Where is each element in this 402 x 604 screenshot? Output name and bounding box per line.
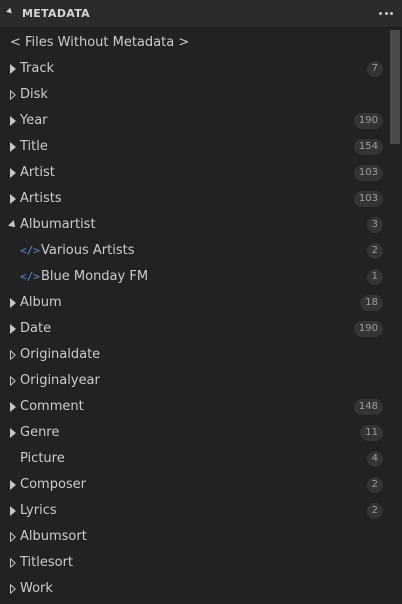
tree-item-label: Titlesort — [20, 555, 74, 570]
collapse-caret-icon[interactable] — [6, 7, 14, 16]
metadata-tree: < Files Without Metadata > Track 7 Disk Yea… — [0, 30, 388, 602]
chevron-right-outline-icon[interactable] — [10, 584, 16, 594]
count-badge: 103 — [353, 191, 383, 207]
count-badge: 3 — [366, 217, 383, 233]
count-badge: 2 — [366, 503, 383, 519]
chevron-right-icon[interactable] — [10, 402, 16, 412]
chevron-right-outline-icon[interactable] — [10, 376, 16, 386]
tree-item-label: Work — [20, 581, 53, 596]
tree-item-label: Comment — [20, 399, 84, 414]
tree-item-label: Title — [20, 139, 48, 154]
tree-item-label: Originaldate — [20, 347, 101, 362]
tree-item-titlesort[interactable]: Titlesort — [0, 550, 388, 576]
tree-item-lyrics[interactable]: Lyrics 2 — [0, 498, 388, 524]
tree-item-label: Composer — [20, 477, 87, 492]
tree-item-originalyear[interactable]: Originalyear — [0, 368, 388, 394]
count-badge: 18 — [360, 295, 383, 311]
tree-item-label: Date — [20, 321, 52, 336]
tree-item-label: Albumartist — [20, 217, 96, 232]
tree-item-label: Track — [20, 61, 55, 76]
tree-item-label: Artist — [20, 165, 55, 180]
ellipsis-icon[interactable] — [376, 3, 396, 23]
tree-item-artist[interactable]: Artist 103 — [0, 160, 388, 186]
tree-item-genre[interactable]: Genre 11 — [0, 420, 388, 446]
count-badge: 1 — [366, 269, 383, 285]
count-badge: 154 — [353, 139, 383, 155]
tree-item-label: Various Artists — [41, 243, 135, 258]
tree-item-label: Albumsort — [20, 529, 87, 544]
tree-item-label: Lyrics — [20, 503, 57, 518]
tree-item-album[interactable]: Album 18 — [0, 290, 388, 316]
tree-item-date[interactable]: Date 190 — [0, 316, 388, 342]
tree-item-track[interactable]: Track 7 — [0, 56, 388, 82]
chevron-right-outline-icon[interactable] — [10, 532, 16, 542]
chevron-right-icon[interactable] — [10, 480, 16, 490]
files-without-metadata-label: < Files Without Metadata > — [10, 35, 190, 50]
tree-item-label: Genre — [20, 425, 60, 440]
files-without-metadata-item[interactable]: < Files Without Metadata > — [0, 30, 388, 56]
tree-item-label: Disk — [20, 87, 48, 102]
count-badge: 190 — [353, 321, 383, 337]
tree-item-blue-monday-fm[interactable]: </> Blue Monday FM 1 — [0, 264, 388, 290]
chevron-right-outline-icon[interactable] — [10, 90, 16, 100]
tree-item-originaldate[interactable]: Originaldate — [0, 342, 388, 368]
tree-item-albumartist[interactable]: Albumartist 3 — [0, 212, 388, 238]
code-tag-icon: </> — [20, 244, 40, 257]
tree-item-work[interactable]: Work — [0, 576, 388, 602]
chevron-right-icon[interactable] — [10, 64, 16, 74]
chevron-right-icon[interactable] — [10, 506, 16, 516]
count-badge: 148 — [353, 399, 383, 415]
count-badge: 103 — [353, 165, 383, 181]
chevron-right-outline-icon[interactable] — [10, 350, 16, 360]
chevron-right-icon[interactable] — [10, 142, 16, 152]
tree-item-various-artists[interactable]: </> Various Artists 2 — [0, 238, 388, 264]
tree-item-disk[interactable]: Disk — [0, 82, 388, 108]
scrollbar-thumb[interactable] — [390, 30, 400, 144]
code-tag-icon: </> — [20, 270, 40, 283]
tree-item-title[interactable]: Title 154 — [0, 134, 388, 160]
count-badge: 7 — [366, 61, 383, 77]
chevron-right-icon[interactable] — [10, 116, 16, 126]
count-badge: 2 — [366, 243, 383, 259]
tree-item-composer[interactable]: Composer 2 — [0, 472, 388, 498]
count-badge: 2 — [366, 477, 383, 493]
chevron-right-icon[interactable] — [10, 168, 16, 178]
count-badge: 4 — [366, 451, 383, 467]
chevron-right-icon[interactable] — [10, 298, 16, 308]
panel-header[interactable]: METADATA — [0, 0, 402, 28]
metadata-panel: METADATA < Files Without Metadata > Trac… — [0, 0, 402, 604]
count-badge: 11 — [360, 425, 383, 441]
tree-item-label: Year — [20, 113, 48, 128]
tree-item-year[interactable]: Year 190 — [0, 108, 388, 134]
chevron-right-icon[interactable] — [10, 428, 16, 438]
tree-item-label: Originalyear — [20, 373, 100, 388]
tree-item-artists[interactable]: Artists 103 — [0, 186, 388, 212]
chevron-right-icon[interactable] — [10, 194, 16, 204]
chevron-right-outline-icon[interactable] — [10, 558, 16, 568]
tree-item-label: Picture — [20, 451, 65, 466]
tree-item-comment[interactable]: Comment 148 — [0, 394, 388, 420]
chevron-right-icon[interactable] — [10, 324, 16, 334]
tree-item-label: Album — [20, 295, 62, 310]
tree-item-picture[interactable]: Picture 4 — [0, 446, 388, 472]
tree-item-label: Artists — [20, 191, 62, 206]
panel-title: METADATA — [22, 7, 90, 20]
count-badge: 190 — [353, 113, 383, 129]
tree-item-label: Blue Monday FM — [41, 269, 149, 284]
tree-item-albumsort[interactable]: Albumsort — [0, 524, 388, 550]
chevron-down-icon[interactable] — [8, 220, 18, 230]
